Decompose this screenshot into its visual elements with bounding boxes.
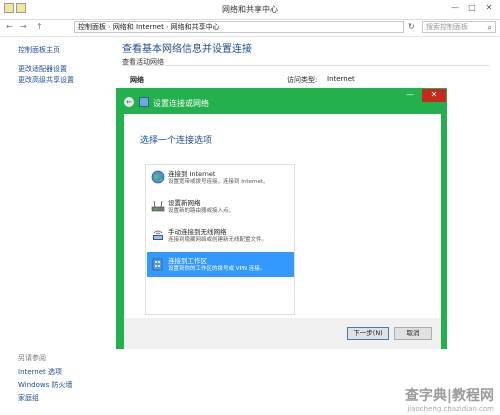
option-description: 设置到你的工作区的拨号或 VPN 连接。 — [168, 266, 266, 272]
left-pane: 控制面板主页 更改适配器设置 更改高级共享设置 另请参阅 Internet 选项… — [0, 37, 110, 415]
setup-connection-dialog: ← 设置连接或网络 — ✕ 选择一个连接选项 连接到 Internet 设置宽带… — [116, 88, 447, 349]
dialog-heading: 选择一个连接选项 — [140, 136, 213, 146]
chevron-right-icon: › — [108, 23, 111, 31]
dialog-footer: 下一步(N) 取消 — [124, 318, 441, 349]
cancel-button[interactable]: 取消 — [394, 327, 432, 340]
option-manual-wireless[interactable]: 手动连接到无线网络 连接到隐藏网络或创建新无线配置文件。 — [147, 223, 294, 248]
option-description: 设置新的路由器或接入点。 — [168, 208, 235, 214]
globe-icon — [151, 170, 165, 184]
dialog-body: 选择一个连接选项 连接到 Internet 设置宽带或拨号连接，连接到 Inte… — [124, 114, 441, 318]
option-connect-workplace[interactable]: 连接到工作区 设置到你的工作区的拨号或 VPN 连接。 — [147, 252, 294, 277]
page-title: 查看基本网络信息并设置连接 — [122, 44, 252, 55]
address-row: ← → ↑ 控制面板 › 网络和 Internet › 网络和共享中心 ↻ 搜索控制面板… — [0, 19, 500, 37]
back-arrow-icon[interactable]: ← — [124, 97, 134, 107]
workplace-icon — [152, 258, 163, 271]
option-connect-internet[interactable]: 连接到 Internet 设置宽带或拨号连接，连接到 Internet。 — [147, 165, 294, 190]
divider — [122, 65, 490, 66]
window-title: 网络和共享中心 — [222, 5, 278, 14]
watermark-logo: 查字典|教程网 — [404, 388, 494, 404]
dialog-header: ← 设置连接或网络 — ✕ — [116, 88, 447, 114]
refresh-icon[interactable]: ↻ — [408, 22, 415, 31]
internet-options-link[interactable]: Internet 选项 — [18, 367, 62, 377]
see-also-heading: 另请参阅 — [18, 354, 46, 362]
chevron-right-icon: › — [165, 23, 169, 31]
up-button[interactable]: ↑ — [36, 22, 43, 31]
minimize-button[interactable]: — — [448, 3, 462, 12]
network-name: 网络 — [130, 76, 144, 84]
option-description: 设置宽带或拨号连接，连接到 Internet。 — [168, 179, 269, 185]
homegroup-link[interactable]: 家庭组 — [18, 393, 39, 403]
breadcrumb-network-internet[interactable]: 网络和 Internet — [113, 23, 164, 31]
maximize-button[interactable]: □ — [465, 3, 479, 12]
watermark-url: jiaocheng.chazidian.com — [407, 405, 494, 413]
change-advanced-sharing-link[interactable]: 更改高级共享设置 — [18, 75, 74, 85]
change-adapter-settings-link[interactable]: 更改适配器设置 — [18, 64, 67, 74]
router-icon — [151, 200, 165, 212]
dialog-title: 设置连接或网络 — [153, 99, 209, 108]
control-panel-home-link[interactable]: 控制面板主页 — [18, 45, 60, 55]
address-bar[interactable]: 控制面板 › 网络和 Internet › 网络和共享中心 — [74, 21, 404, 33]
search-input[interactable]: 搜索控制面板 ⌕ — [422, 21, 496, 33]
breadcrumb-control-panel[interactable]: 控制面板 — [78, 23, 106, 31]
dialog-close-button[interactable]: ✕ — [422, 89, 446, 102]
dialog-minimize-button[interactable]: — — [402, 89, 418, 102]
window-titlebar: 网络和共享中心 — □ ✕ — [0, 0, 500, 20]
option-new-network[interactable]: 设置新网络 设置新的路由器或接入点。 — [147, 194, 294, 219]
wireless-icon — [153, 230, 163, 240]
close-button[interactable]: ✕ — [482, 3, 496, 12]
search-placeholder: 搜索控制面板 — [426, 23, 468, 31]
windows-firewall-link[interactable]: Windows 防火墙 — [18, 380, 72, 390]
watermark: 查字典|教程网 jiaocheng.chazidian.com — [405, 385, 494, 413]
breadcrumb-network-sharing-center[interactable]: 网络和共享中心 — [171, 23, 220, 31]
connection-option-list[interactable]: 连接到 Internet 设置宽带或拨号连接，连接到 Internet。 设置新… — [145, 164, 295, 315]
access-type-value: Internet — [327, 75, 355, 83]
search-icon[interactable]: ⌕ — [488, 22, 492, 33]
next-button[interactable]: 下一步(N) — [347, 327, 389, 340]
forward-button[interactable]: → — [20, 22, 27, 31]
back-button[interactable]: ← — [6, 22, 13, 31]
option-description: 连接到隐藏网络或创建新无线配置文件。 — [168, 237, 268, 243]
network-wizard-icon — [139, 97, 149, 107]
access-type-label: 访问类型: — [287, 76, 318, 84]
